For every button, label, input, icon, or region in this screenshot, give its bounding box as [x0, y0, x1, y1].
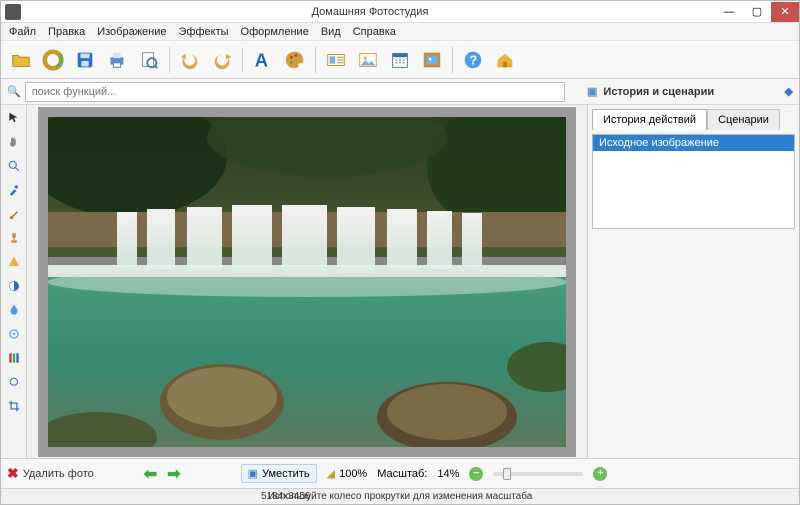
history-label: История и сценарии: [603, 86, 714, 98]
canvas-image[interactable]: [48, 117, 566, 447]
open-button[interactable]: [7, 46, 35, 74]
scale-value: 14%: [437, 468, 459, 480]
app-icon: [5, 4, 21, 20]
menu-help[interactable]: Справка: [347, 25, 402, 39]
fit-label: Уместить: [262, 468, 310, 480]
history-item[interactable]: Исходное изображение: [593, 135, 794, 151]
frame-button[interactable]: [418, 46, 446, 74]
search-icon: 🔍: [7, 85, 21, 98]
svg-text:?: ?: [469, 52, 477, 67]
history-icon: ▣: [587, 85, 597, 98]
minimize-button[interactable]: —: [715, 2, 743, 22]
eyedropper-tool[interactable]: [5, 181, 23, 199]
blur-tool[interactable]: [5, 301, 23, 319]
right-panel: История действий Сценарии Исходное изобр…: [587, 105, 799, 458]
shape-tool[interactable]: [5, 253, 23, 271]
pointer-tool[interactable]: [5, 109, 23, 127]
menu-file[interactable]: Файл: [3, 25, 42, 39]
history-tabs: История действий Сценарии: [592, 109, 795, 130]
delete-label: Удалить фото: [23, 468, 94, 480]
prev-arrow[interactable]: ⬅: [144, 464, 157, 484]
levels-tool[interactable]: [5, 349, 23, 367]
delete-photo-button[interactable]: ✖ Удалить фото: [7, 465, 94, 482]
print-button[interactable]: [103, 46, 131, 74]
fit-button[interactable]: ▣ Уместить: [241, 464, 317, 483]
menu-view[interactable]: Вид: [315, 25, 347, 39]
color-wheel-button[interactable]: [39, 46, 67, 74]
fit-icon: ▣: [248, 467, 258, 480]
contrast-tool[interactable]: [5, 277, 23, 295]
catalog-button[interactable]: [322, 46, 350, 74]
close-button[interactable]: ✕: [771, 2, 799, 22]
delete-icon: ✖: [7, 465, 19, 482]
home-button[interactable]: [491, 46, 519, 74]
sharpen-tool[interactable]: [5, 325, 23, 343]
palette-button[interactable]: [281, 46, 309, 74]
preview-button[interactable]: [135, 46, 163, 74]
save-button[interactable]: [71, 46, 99, 74]
undo-button[interactable]: [176, 46, 204, 74]
zoom-reset[interactable]: ◢ 100%: [327, 467, 368, 480]
pin-icon[interactable]: ◆: [785, 85, 793, 98]
image-dimensions: 5184x3456: [261, 491, 311, 502]
text-button[interactable]: A: [249, 46, 277, 74]
history-list[interactable]: Исходное изображение: [592, 134, 795, 229]
redo-button[interactable]: [208, 46, 236, 74]
menu-edit[interactable]: Правка: [42, 25, 91, 39]
zoom-out-button[interactable]: −: [469, 467, 483, 481]
tab-scenarios[interactable]: Сценарии: [707, 109, 780, 130]
brush-tool[interactable]: [5, 205, 23, 223]
image-button[interactable]: [354, 46, 382, 74]
menu-bar: Файл Правка Изображение Эффекты Оформлен…: [1, 23, 799, 41]
zoom-thumb[interactable]: [503, 468, 511, 480]
workspace: История действий Сценарии Исходное изобр…: [1, 105, 799, 458]
crop-tool[interactable]: [5, 397, 23, 415]
menu-decoration[interactable]: Оформление: [235, 25, 315, 39]
zoom-slider[interactable]: [493, 472, 583, 476]
canvas-frame: [38, 107, 576, 457]
svg-text:A: A: [255, 49, 268, 70]
tab-history[interactable]: История действий: [592, 109, 707, 130]
window-title: Домашняя Фотостудия: [25, 6, 715, 18]
search-input[interactable]: [25, 82, 565, 102]
title-bar: Домашняя Фотостудия — ▢ ✕: [1, 1, 799, 23]
calendar-button[interactable]: [386, 46, 414, 74]
zoom-in-button[interactable]: +: [593, 467, 607, 481]
menu-image[interactable]: Изображение: [91, 25, 172, 39]
rotate-tool[interactable]: [5, 373, 23, 391]
bottom-bar: ✖ Удалить фото ⬅ ➡ ▣ Уместить ◢ 100% Мас…: [1, 458, 799, 488]
stamp-tool[interactable]: [5, 229, 23, 247]
search-row: 🔍 ▣ История и сценарии ◆: [1, 79, 799, 105]
zoom-tool[interactable]: [5, 157, 23, 175]
maximize-button[interactable]: ▢: [743, 2, 771, 22]
zoom-reset-icon: ◢: [327, 467, 335, 480]
main-toolbar: A ?: [1, 41, 799, 79]
next-arrow[interactable]: ➡: [167, 464, 180, 484]
scale-label: Масштаб:: [377, 468, 427, 480]
history-panel-header: ▣ История и сценарии ◆: [583, 85, 793, 98]
help-button[interactable]: ?: [459, 46, 487, 74]
menu-effects[interactable]: Эффекты: [173, 25, 235, 39]
canvas-area: [27, 105, 587, 458]
status-bar: 5184x3456 Используйте колесо прокрутки д…: [1, 488, 799, 504]
zoom-reset-label: 100%: [339, 468, 367, 480]
hand-tool[interactable]: [5, 133, 23, 151]
left-toolbox: [1, 105, 27, 458]
